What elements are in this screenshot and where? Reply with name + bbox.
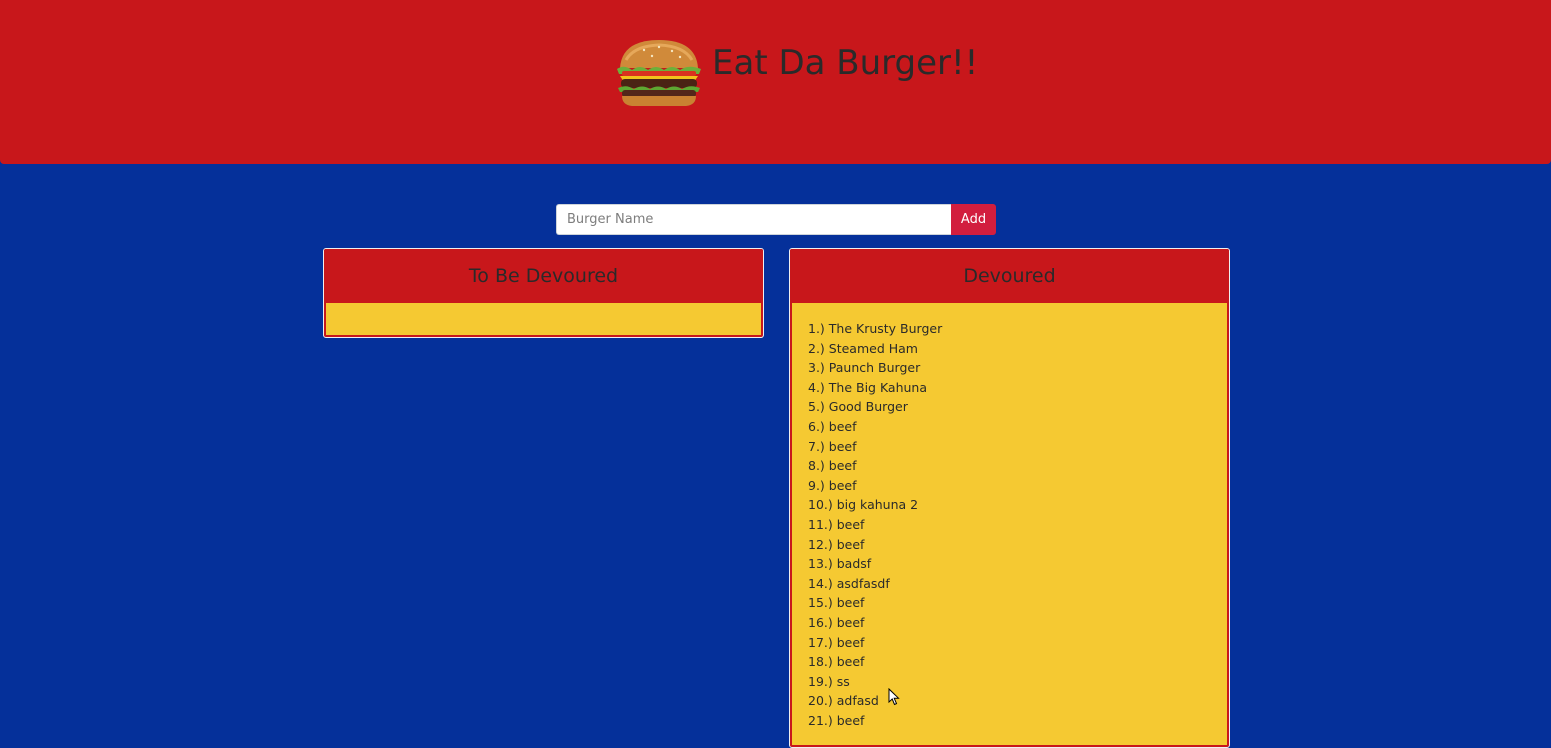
to-be-devoured-panel: To Be Devoured xyxy=(323,248,764,338)
devoured-list-item: 12.) beef xyxy=(808,536,865,552)
devoured-list-item: 16.) beef xyxy=(808,614,865,630)
burger-name-input[interactable] xyxy=(556,204,951,235)
brand: Eat Da Burger!! xyxy=(614,38,978,108)
devoured-list-item: 13.) badsf xyxy=(808,556,872,572)
devoured-panel: Devoured 1.) The Krusty Burger 2.) Steame… xyxy=(789,248,1230,748)
add-burger-form: Add xyxy=(556,204,996,235)
devoured-list-item: 3.) Paunch Burger xyxy=(808,360,921,376)
devoured-list-item: 11.) beef xyxy=(808,516,865,532)
devoured-list-item: 19.) ss xyxy=(808,673,850,689)
mouse-cursor-icon xyxy=(888,688,900,706)
devoured-body: 1.) The Krusty Burger 2.) Steamed Ham 3.) … xyxy=(792,303,1227,745)
to-be-devoured-body xyxy=(326,303,761,335)
devoured-list-item: 8.) beef xyxy=(808,458,857,474)
devoured-list-item: 10.) big kahuna 2 xyxy=(808,497,919,513)
to-be-devoured-title: To Be Devoured xyxy=(324,249,763,303)
devoured-list-item: 18.) beef xyxy=(808,654,865,670)
burger-icon xyxy=(617,40,701,106)
devoured-list-item: 21.) beef xyxy=(808,712,865,728)
devoured-list-item: 17.) beef xyxy=(808,634,865,650)
devoured-list-item: 1.) The Krusty Burger xyxy=(808,321,943,336)
header-banner: Eat Da Burger!! xyxy=(0,0,1551,164)
devoured-list-item: 5.) Good Burger xyxy=(808,399,908,415)
devoured-list-item: 14.) asdfasdf xyxy=(808,575,890,591)
devoured-list-item: 4.) The Big Kahuna xyxy=(808,379,928,395)
devoured-title: Devoured xyxy=(790,249,1229,303)
devoured-list-item: 7.) beef xyxy=(808,438,857,454)
devoured-list-item: 2.) Steamed Ham xyxy=(808,340,918,356)
devoured-list: 1.) The Krusty Burger 2.) Steamed Ham 3.) … xyxy=(792,303,1227,730)
devoured-list-item: 15.) beef xyxy=(808,595,865,611)
add-button[interactable]: Add xyxy=(951,204,996,235)
devoured-list-item: 6.) beef xyxy=(808,418,857,434)
page-title: Eat Da Burger!! xyxy=(712,43,979,83)
devoured-list-item: 20.) adfasd xyxy=(808,693,879,709)
devoured-list-item: 9.) beef xyxy=(808,477,857,493)
